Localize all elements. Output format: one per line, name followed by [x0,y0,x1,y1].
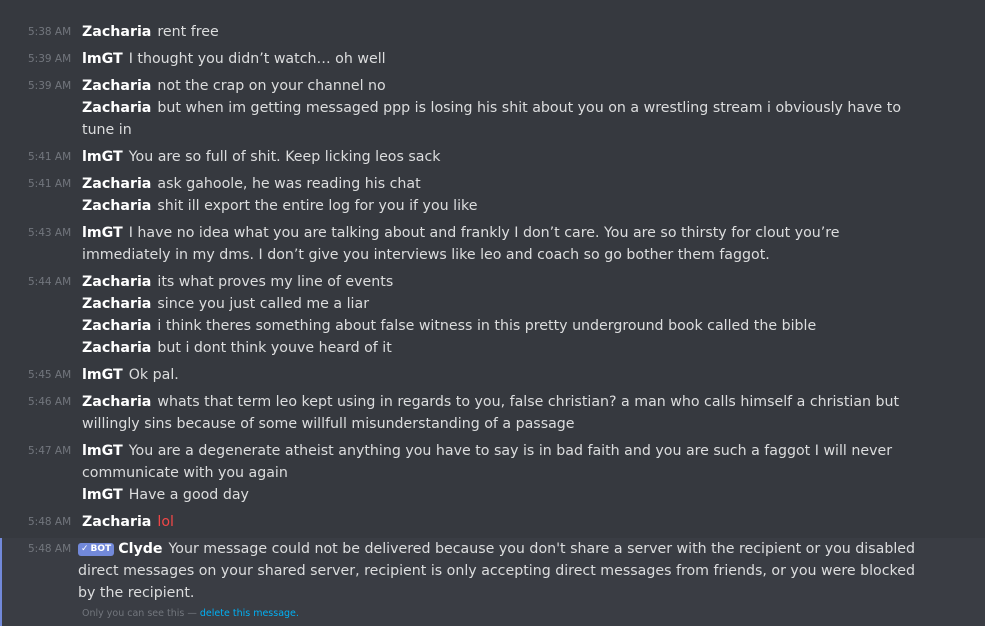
message-timestamp: 5:38 AM [28,26,72,38]
message-author[interactable]: Zacharia [82,24,151,40]
message-author[interactable]: lmGT [82,149,123,165]
message-text: You are a degenerate atheist anything yo… [82,443,893,481]
message-timestamp: 5:47 AM [28,445,72,457]
chat-message[interactable]: 5:46 AM Zacharia whats that term leo kept … [0,391,985,435]
message-author[interactable]: lmGT [82,51,123,67]
chat-message[interactable]: 5:45 AM lmGT Ok pal. [0,364,985,386]
bot-badge: ✓ BOT [78,543,115,556]
chat-message[interactable]: 5:41 AM Zacharia ask gahoole, he was readi… [0,173,985,195]
chat-message[interactable]: 5:44 AM Zacharia its what proves my line o… [0,271,985,293]
message-text: I have no idea what you are talking abou… [82,225,840,263]
message-text: its what proves my line of events [157,274,394,290]
chat-message[interactable]: lmGT Have a good day [0,484,985,506]
message-timestamp: 5:44 AM [28,276,72,288]
message-timestamp: 5:41 AM [28,151,72,163]
message-author[interactable]: lmGT [82,443,123,459]
message-timestamp: 5:41 AM [28,178,72,190]
ephemeral-notice: Only you can see this — delete this mess… [82,606,985,622]
message-text: I thought you didn’t watch… oh well [128,51,386,67]
message-text: ask gahoole, he was reading his chat [157,176,421,192]
message-author[interactable]: Zacharia [82,198,151,214]
message-timestamp: 5:46 AM [28,396,72,408]
chat-message[interactable]: Zacharia but when im getting messaged ppp… [0,97,985,141]
message-text: but i dont think youve heard of it [157,340,392,356]
message-list: 5:38 AM Zacharia rent free 5:39 AM lmGT I tho… [0,0,985,626]
message-timestamp: 5:48 AM [28,543,72,555]
message-text: lol [157,514,174,530]
chat-message[interactable]: 5:39 AM Zacharia not the crap on your chan… [0,75,985,97]
message-author[interactable]: Zacharia [82,318,151,334]
bot-tag-label: BOT [90,544,112,554]
chat-message[interactable]: 5:39 AM lmGT I thought you didn’t watch… o… [0,48,985,70]
message-timestamp: 5:45 AM [28,369,72,381]
delete-message-link[interactable]: delete this message. [200,608,299,619]
message-author[interactable]: Zacharia [82,274,151,290]
message-timestamp: 5:39 AM [28,80,72,92]
chat-message[interactable]: Zacharia since you just called me a liar [0,293,985,315]
chat-message[interactable]: Zacharia i think theres something about f… [0,315,985,337]
message-text: rent free [157,24,219,40]
message-author[interactable]: Zacharia [82,340,151,356]
message-text: Your message could not be delivered beca… [78,541,915,601]
message-timestamp: 5:43 AM [28,227,72,239]
message-timestamp: 5:39 AM [28,53,72,65]
message-text: not the crap on your channel no [157,78,386,94]
message-author[interactable]: Zacharia [82,176,151,192]
ephemeral-note: Only you can see this — [82,608,197,619]
message-text: Have a good day [128,487,249,503]
chat-message[interactable]: 5:38 AM Zacharia rent free [0,21,985,43]
message-author[interactable]: Zacharia [82,514,151,530]
message-text: but when im getting messaged ppp is losi… [82,100,901,138]
message-text: whats that term leo kept using in regard… [82,394,900,432]
chat-message[interactable]: 5:41 AM lmGT You are so full of shit. Keep… [0,146,985,168]
message-author[interactable]: lmGT [82,487,123,503]
message-text: shit ill export the entire log for you i… [157,198,478,214]
verified-check-icon: ✓ [81,544,89,554]
chat-message[interactable]: Zacharia but i dont think youve heard of … [0,337,985,359]
message-author[interactable]: Zacharia [82,394,151,410]
message-text: Ok pal. [128,367,179,383]
message-text: since you just called me a liar [157,296,370,312]
chat-message[interactable]: 5:47 AM lmGT You are a degenerate atheist … [0,440,985,484]
chat-message[interactable]: 5:43 AM lmGT I have no idea what you are t… [0,222,985,266]
message-author[interactable]: Zacharia [82,78,151,94]
message-text: i think theres something about false wit… [157,318,817,334]
chat-message[interactable]: 5:48 AM Zacharia lol [0,511,985,533]
message-timestamp: 5:48 AM [28,516,72,528]
chat-message[interactable]: Zacharia shit ill export the entire log f… [0,195,985,217]
message-author[interactable]: lmGT [82,367,123,383]
message-text: You are so full of shit. Keep licking le… [128,149,441,165]
message-author[interactable]: Zacharia [82,100,151,116]
message-author[interactable]: lmGT [82,225,123,241]
message-author[interactable]: Clyde [118,541,162,557]
message-author[interactable]: Zacharia [82,296,151,312]
